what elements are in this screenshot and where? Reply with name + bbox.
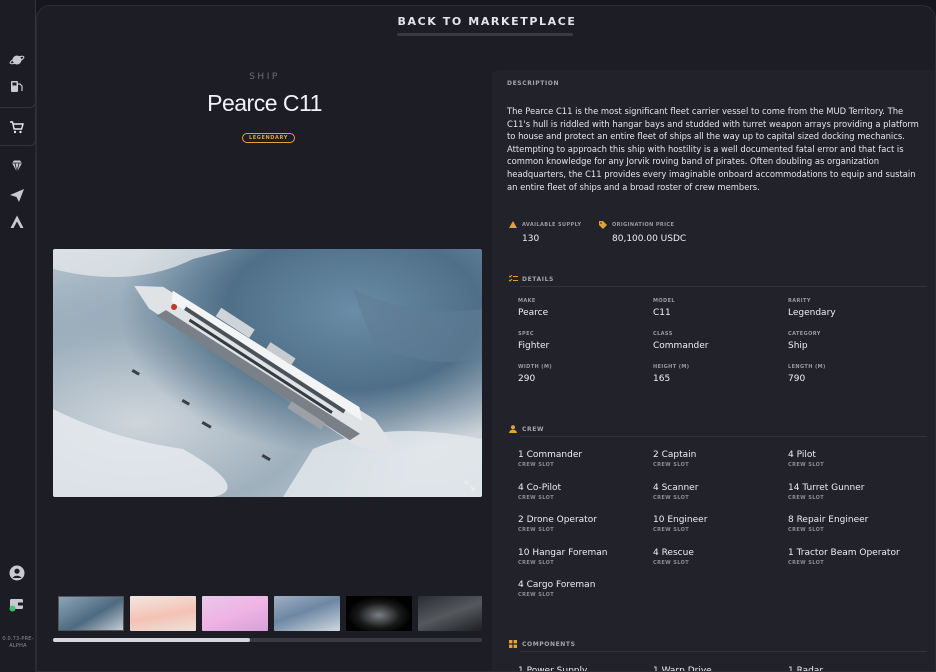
crew-slot-label: CREW SLOT <box>653 462 690 468</box>
top-bar: BACK TO MARKETPLACE <box>37 6 935 38</box>
component-name: 1 Radar <box>788 666 824 672</box>
components-grid-icon <box>509 640 517 648</box>
item-title: Pearce C11 <box>207 90 322 116</box>
checklist-icon <box>508 274 518 283</box>
crew-slot-label: CREW SLOT <box>518 592 555 599</box>
crew-slot-name: 8 Repair Engineer <box>788 515 869 526</box>
crew-slot-label: CREW SLOT <box>518 494 555 501</box>
thumbnail[interactable] <box>58 596 124 631</box>
details-divider <box>520 286 927 287</box>
paper-plane-icon[interactable] <box>9 187 25 203</box>
cart-icon[interactable] <box>9 119 25 135</box>
detail-value: Commander <box>653 341 709 351</box>
thumbnail[interactable] <box>418 596 482 631</box>
price-label: ORIGINATION PRICE <box>612 222 675 228</box>
item-category: SHIP <box>249 72 280 82</box>
crew-slot-name: 4 Rescue <box>653 547 694 558</box>
crew-slot-label: CREW SLOT <box>653 559 690 566</box>
detail-value: C11 <box>653 308 671 318</box>
crew-slot-name: 2 Captain <box>653 450 697 460</box>
crew-slot-label: CREW SLOT <box>653 494 690 501</box>
thumbnail-scrollbar[interactable] <box>53 638 482 642</box>
side-rail: 0.0.73-PRE-ALPHA <box>0 0 36 672</box>
thumbnail[interactable] <box>130 596 196 631</box>
detail-label: MAKE <box>518 298 536 304</box>
component-name: 1 Power Supply <box>518 666 588 672</box>
price-value: 80,100.00 USDC <box>612 234 687 244</box>
thumbnail-strip <box>58 596 482 632</box>
crew-slot-name: 1 Tractor Beam Operator <box>788 547 900 558</box>
crew-heading: CREW <box>522 426 545 433</box>
wallet-icon[interactable] <box>9 596 25 612</box>
detail-value: 165 <box>653 374 671 384</box>
crew-divider <box>520 436 927 437</box>
user-icon[interactable] <box>9 565 25 581</box>
detail-value: Legendary <box>788 308 836 318</box>
detail-label: MODEL <box>653 298 675 304</box>
components-divider <box>520 651 927 652</box>
crew-slot-name: 1 Commander <box>518 450 583 460</box>
crew-slot-label: CREW SLOT <box>653 527 690 534</box>
crew-slot-label: CREW SLOT <box>518 462 555 468</box>
crew-slot-label: CREW SLOT <box>518 559 555 566</box>
crew-slot-label: CREW SLOT <box>788 559 825 566</box>
crew-slot-name: 14 Turret Gunner <box>788 482 865 493</box>
detail-label: LENGTH (M) <box>788 364 826 370</box>
crew-slot-name: 4 Pilot <box>788 450 816 460</box>
crew-slot-name: 4 Scanner <box>653 482 699 493</box>
crew-person-icon <box>509 425 517 433</box>
thumbnail[interactable] <box>274 596 340 631</box>
scrollbar-thumb[interactable] <box>53 638 251 642</box>
main-panel: BACK TO MARKETPLACE SHIP Pearce C11 LEGE… <box>36 5 936 672</box>
components-heading: COMPONENTS <box>522 641 576 648</box>
description-text: The Pearce C11 is the most significant f… <box>507 106 919 192</box>
detail-label: SPEC <box>518 331 534 337</box>
detail-value: 790 <box>788 374 806 384</box>
star-atlas-logo-icon[interactable] <box>9 214 25 230</box>
version-label: 0.0.73-PRE-ALPHA <box>2 636 34 649</box>
detail-label: CATEGORY <box>788 331 821 337</box>
crew-slot-name: 4 Co-Pilot <box>518 482 562 493</box>
crew-slot-name: 2 Drone Operator <box>518 515 597 526</box>
detail-label: HEIGHT (M) <box>653 364 690 370</box>
detail-value: 290 <box>518 374 536 384</box>
supply-icon <box>509 221 517 229</box>
crew-slot-label: CREW SLOT <box>788 462 825 468</box>
detail-label: WIDTH (M) <box>518 364 553 370</box>
back-to-marketplace-button[interactable]: BACK TO MARKETPLACE <box>397 15 576 28</box>
item-details-panel: DESCRIPTION The Pearce C11 is the most s… <box>492 70 935 672</box>
expand-icon[interactable] <box>464 480 475 491</box>
diamond-icon[interactable] <box>9 158 25 174</box>
ship-hero-image[interactable] <box>53 249 482 497</box>
crew-slot-label: CREW SLOT <box>788 494 825 501</box>
crew-slot-name: 10 Engineer <box>653 515 708 526</box>
thumbnail[interactable] <box>346 596 412 631</box>
active-tab-indicator <box>397 33 573 36</box>
crew-slot-label: CREW SLOT <box>788 527 825 534</box>
component-name: 1 Warp Drive <box>653 666 712 672</box>
detail-value: Fighter <box>518 341 550 351</box>
detail-label: CLASS <box>653 331 673 337</box>
description-heading: DESCRIPTION <box>507 80 560 87</box>
detail-label: RARITY <box>788 298 811 304</box>
detail-value: Pearce <box>518 308 549 318</box>
supply-label: AVAILABLE SUPPLY <box>522 222 582 228</box>
crew-slot-name: 10 Hangar Foreman <box>518 547 608 558</box>
details-heading: DETAILS <box>522 276 554 283</box>
thumbnail[interactable] <box>202 596 268 631</box>
crew-slot-label: CREW SLOT <box>518 527 555 534</box>
detail-value: Ship <box>788 341 808 351</box>
planet-icon[interactable] <box>9 52 25 68</box>
price-tag-icon <box>599 221 607 229</box>
item-showcase: SHIP Pearce C11 LEGENDARY <box>37 38 492 671</box>
gas-pump-icon[interactable] <box>9 78 25 94</box>
supply-value: 130 <box>522 234 540 244</box>
rarity-badge: LEGENDARY <box>242 133 295 143</box>
crew-slot-name: 4 Cargo Foreman <box>518 580 596 591</box>
